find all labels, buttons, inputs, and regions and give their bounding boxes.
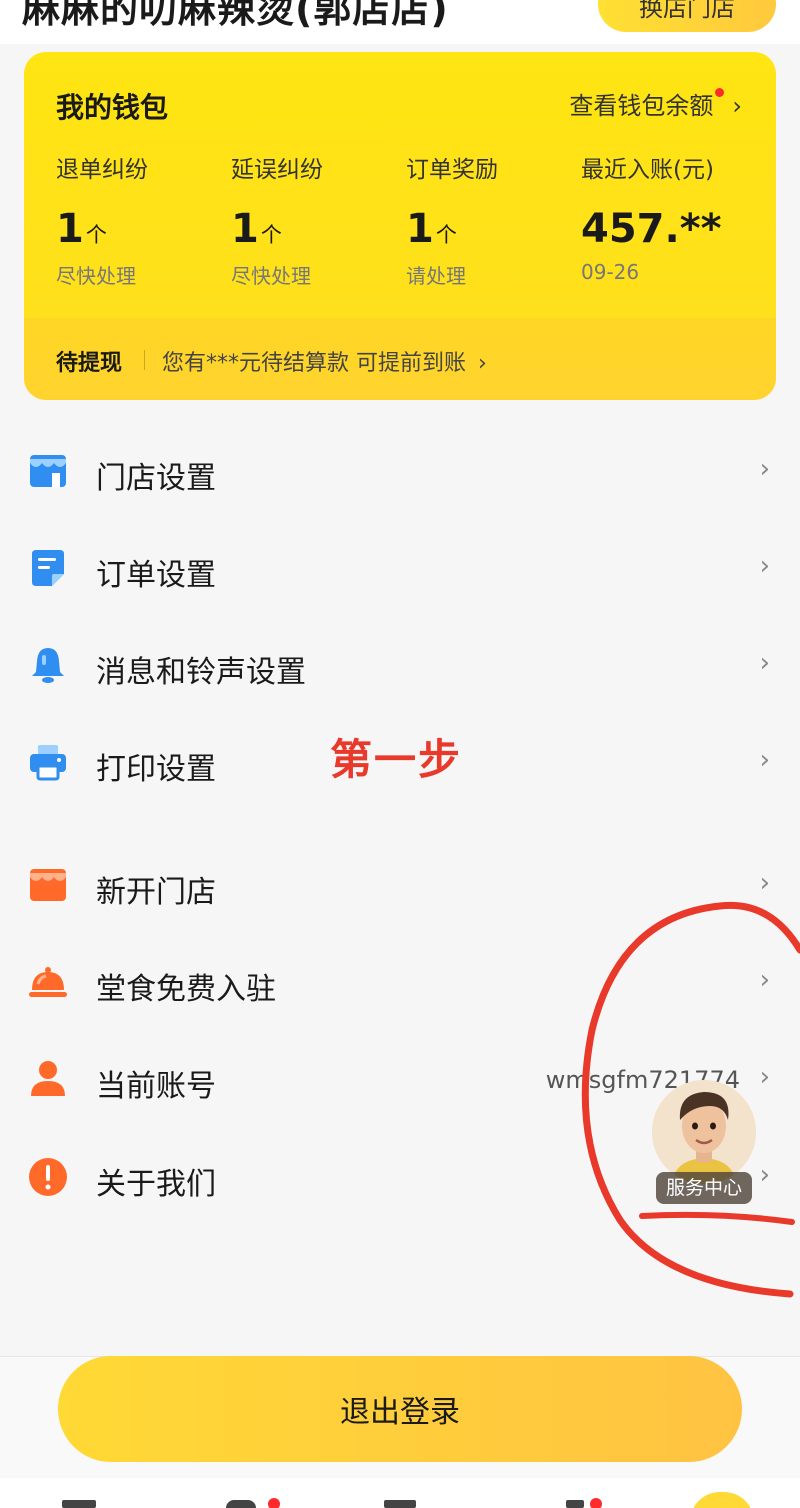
menu-item-order-settings[interactable]: 订单设置 › <box>0 523 800 613</box>
chevron-right-icon: › <box>732 92 742 120</box>
stat-label: 延误纠纷 <box>231 157 323 183</box>
tab-icon-fragment[interactable] <box>384 1500 416 1508</box>
pending-text: 您有***元待结算款 可提前到账 › <box>162 351 487 376</box>
stat-delay-dispute[interactable]: 延误纠纷 1个 尽快处理 <box>231 150 406 289</box>
logout-button[interactable]: 退出登录 <box>58 1356 742 1462</box>
menu-item-new-store[interactable]: 新开门店 › <box>0 840 800 930</box>
stat-label: 退单纠纷 <box>56 157 148 183</box>
view-balance-link[interactable]: 查看钱包余额 › <box>569 86 742 121</box>
menu-item-store-settings[interactable]: 门店设置 › <box>0 426 800 516</box>
stat-value: 1个 <box>56 206 107 252</box>
user-icon <box>31 1061 65 1096</box>
stat-value: 457.** <box>581 206 722 252</box>
annotation-step-one: 第一步 <box>330 735 463 784</box>
store-icon <box>30 455 66 487</box>
chevron-right-icon: › <box>759 551 770 581</box>
new-store-icon <box>30 869 66 901</box>
menu-item-dine-in-free-registration[interactable]: 堂食免费入驻 › <box>0 937 800 1027</box>
pending-withdrawal-bar[interactable]: 待提现 您有***元待结算款 可提前到账 › <box>24 318 776 400</box>
stat-sub: 尽快处理 <box>231 264 311 288</box>
service-center-button[interactable]: 服务中心 <box>652 1072 756 1206</box>
stat-order-reward[interactable]: 订单奖励 1个 请处理 <box>406 150 581 289</box>
menu-label: 门店设置 <box>96 461 216 496</box>
stat-value: 1个 <box>231 206 282 252</box>
chevron-right-icon: › <box>759 1062 770 1092</box>
chevron-right-icon: › <box>759 745 770 775</box>
stat-label: 订单奖励 <box>406 157 498 183</box>
divider <box>144 350 145 370</box>
menu-label: 消息和铃声设置 <box>96 655 306 690</box>
menu-label: 堂食免费入驻 <box>96 972 276 1007</box>
chevron-right-icon: › <box>759 1160 770 1190</box>
stat-value: 1个 <box>406 206 457 252</box>
tab-icon-fragment[interactable] <box>566 1500 584 1508</box>
menu-label: 订单设置 <box>96 558 216 593</box>
view-balance-label: 查看钱包余额 <box>569 92 714 120</box>
stat-sub: 09-26 <box>581 260 640 284</box>
top-header: 麻麻的叨麻辣烫(郭店店) 换店门店 <box>0 0 800 44</box>
red-dot-badge <box>268 1498 280 1508</box>
service-center-label: 服务中心 <box>656 1172 752 1204</box>
chevron-right-icon: › <box>478 351 487 376</box>
switch-store-button[interactable]: 换店门店 <box>598 0 776 32</box>
menu-label: 新开门店 <box>96 875 216 910</box>
store-title: 麻麻的叨麻辣烫(郭店店) <box>22 0 449 31</box>
service-avatar <box>652 1080 756 1184</box>
stat-sub: 尽快处理 <box>56 264 136 288</box>
wallet-card: 我的钱包 查看钱包余额 › 退单纠纷 1个 尽快处理 延误纠纷 1个 尽快处理 订… <box>24 52 776 400</box>
tab-icon-fragment[interactable] <box>226 1500 256 1508</box>
wallet-title: 我的钱包 <box>56 91 169 124</box>
stat-sub: 请处理 <box>406 264 466 288</box>
order-icon <box>32 550 64 586</box>
stat-refund-dispute[interactable]: 退单纠纷 1个 尽快处理 <box>56 150 231 289</box>
stat-label: 最近入账(元) <box>581 157 714 183</box>
agent-avatar-icon <box>652 1080 756 1184</box>
pending-label: 待提现 <box>56 351 123 376</box>
dining-cloche-icon <box>29 967 67 997</box>
red-dot-badge <box>715 88 725 97</box>
tab-icon-fragment[interactable] <box>62 1500 96 1508</box>
stat-recent-income[interactable]: 最近入账(元) 457.** 09-26 <box>581 150 756 284</box>
menu-label: 关于我们 <box>96 1167 216 1202</box>
chevron-right-icon: › <box>759 965 770 995</box>
menu-label: 当前账号 <box>96 1069 216 1104</box>
printer-icon <box>30 745 66 781</box>
chevron-right-icon: › <box>759 868 770 898</box>
menu-item-message-ringtone-settings[interactable]: 消息和铃声设置 › <box>0 620 800 710</box>
bell-icon <box>32 648 64 683</box>
menu-label: 打印设置 <box>96 752 216 787</box>
info-icon <box>29 1158 67 1196</box>
tab-active-indicator[interactable] <box>690 1492 754 1508</box>
chevron-right-icon: › <box>759 648 770 678</box>
chevron-right-icon: › <box>759 454 770 484</box>
red-dot-badge <box>590 1498 602 1508</box>
bottom-tab-bar <box>0 1478 800 1508</box>
